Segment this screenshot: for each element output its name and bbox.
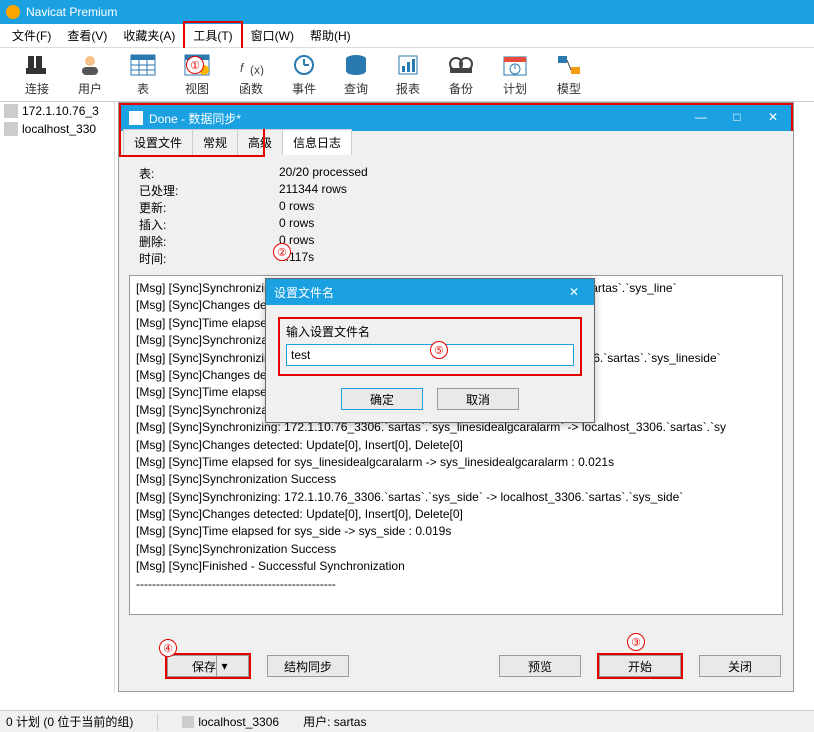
close-dialog-button[interactable]: 关闭 [699, 655, 781, 677]
tape-icon [448, 52, 474, 78]
model-icon [556, 52, 582, 78]
log-line: [Msg] [Sync]Time elapsed for sys_linesid… [136, 454, 776, 471]
toolbar-connection[interactable]: 连接 [24, 52, 50, 97]
annotation-2: ② [273, 243, 291, 261]
ok-button[interactable]: 确定 [341, 388, 423, 410]
log-line: [Msg] [Sync]Time elapsed for sys_side ->… [136, 523, 776, 540]
clock-icon [292, 52, 316, 78]
toolbar-event[interactable]: 事件 [292, 52, 316, 97]
log-line: [Msg] [Sync]Synchronization Success [136, 541, 776, 558]
calendar-icon [502, 52, 528, 78]
svg-text:(x): (x) [250, 63, 264, 76]
menu-tools[interactable]: 工具(T) [183, 21, 242, 50]
user-icon [78, 52, 102, 78]
db-icon [4, 122, 18, 136]
log-line: [Msg] [Sync]Synchronization Success [136, 471, 776, 488]
tab-advanced[interactable]: 高级 [237, 129, 283, 155]
chevron-down-icon[interactable]: ▾ [216, 656, 232, 676]
report-icon [396, 52, 420, 78]
sidebar-conn-1[interactable]: 172.1.10.76_3 [0, 102, 114, 120]
tab-log[interactable]: 信息日志 [282, 129, 352, 155]
toolbar-table[interactable]: 表 [130, 52, 156, 97]
annotation-1: ① [186, 56, 204, 74]
status-user-label: 用户: [303, 715, 330, 729]
start-button[interactable]: 开始 [599, 655, 681, 677]
save-dialog-title: 设置文件名 [274, 284, 334, 301]
menu-favorites[interactable]: 收藏夹(A) [115, 23, 183, 48]
app-logo-icon [6, 5, 20, 19]
svg-text:f: f [240, 61, 245, 75]
status-left: 0 计划 (0 位于当前的组) [6, 713, 133, 730]
tab-general[interactable]: 常规 [192, 129, 238, 155]
log-line: [Msg] [Sync]Finished - Successful Synchr… [136, 558, 776, 575]
function-icon: f (x) [238, 52, 264, 78]
toolbar-model[interactable]: 模型 [556, 52, 582, 97]
db-icon [4, 104, 18, 118]
app-title: Navicat Premium [26, 5, 117, 19]
plug-icon [24, 52, 50, 78]
menu-file[interactable]: 文件(F) [4, 23, 59, 48]
toolbar-report[interactable]: 报表 [396, 52, 420, 97]
dialog-tabs: 设置文件 常规 高级 信息日志 [119, 131, 793, 155]
tab-profile[interactable]: 设置文件 [123, 129, 193, 155]
save-name-dialog: 设置文件名 ✕ 输入设置文件名 ⑤ 确定 取消 [265, 278, 595, 423]
cancel-button[interactable]: 取消 [437, 388, 519, 410]
status-connection: localhost_3306 [198, 715, 279, 729]
menu-view[interactable]: 查看(V) [59, 23, 115, 48]
sync-stats: 表:20/20 processed 已处理:211344 rows 更新:0 r… [119, 155, 793, 273]
toolbar-backup[interactable]: 备份 [448, 52, 474, 97]
annotation-5: ⑤ [430, 341, 448, 359]
toolbar-function[interactable]: f(x) 函数 [238, 52, 264, 97]
sidebar-item-label: localhost_330 [22, 122, 96, 136]
log-line: [Msg] [Sync]Changes detected: Update[0],… [136, 437, 776, 454]
save-dialog-titlebar: 设置文件名 ✕ [266, 279, 594, 305]
table-icon [130, 52, 156, 78]
save-dialog-label: 输入设置文件名 [286, 323, 574, 340]
log-line: [Msg] [Sync]Synchronizing: 172.1.10.76_3… [136, 489, 776, 506]
close-button[interactable]: ✕ [757, 107, 789, 127]
annotation-3: ③ [627, 633, 645, 651]
dialog-icon [129, 111, 143, 125]
maximize-button[interactable]: □ [721, 107, 753, 127]
sidebar-conn-2[interactable]: localhost_330 [0, 120, 114, 138]
preview-button[interactable]: 预览 [499, 655, 581, 677]
dialog-title: Done - 数据同步* [149, 110, 241, 127]
annotation-4: ④ [159, 639, 177, 657]
titlebar: Navicat Premium [0, 0, 814, 24]
minimize-button[interactable]: — [685, 107, 717, 127]
statusbar: 0 计划 (0 位于当前的组) localhost_3306 用户: sarta… [0, 710, 814, 732]
toolbar-query[interactable]: 查询 [344, 52, 368, 97]
toolbar-schedule[interactable]: 计划 [502, 52, 528, 97]
sidebar-item-label: 172.1.10.76_3 [22, 104, 99, 118]
connections-sidebar: 172.1.10.76_3 localhost_330 [0, 102, 115, 692]
menu-help[interactable]: 帮助(H) [302, 23, 359, 48]
menubar: 文件(F) 查看(V) 收藏夹(A) 工具(T) 窗口(W) 帮助(H) [0, 24, 814, 48]
toolbar: 连接 用户 表 视图 f(x) 函数 事件 查询 报表 备份 计划 模型 [0, 48, 814, 102]
toolbar-user[interactable]: 用户 [78, 52, 102, 97]
struct-sync-button[interactable]: 结构同步 [267, 655, 349, 677]
dialog-titlebar: Done - 数据同步* — □ ✕ [119, 103, 793, 131]
dialog-footer: ④ 保存 ▾ 结构同步 预览 ③ 开始 关闭 [119, 649, 793, 683]
close-icon[interactable]: ✕ [562, 282, 586, 302]
status-user-value: sartas [334, 715, 367, 729]
log-line: ----------------------------------------… [136, 576, 776, 593]
database-icon [344, 52, 368, 78]
log-line: [Msg] [Sync]Changes detected: Update[0],… [136, 506, 776, 523]
db-icon [182, 716, 194, 728]
save-button[interactable]: 保存 ▾ [167, 655, 249, 677]
menu-window[interactable]: 窗口(W) [243, 23, 302, 48]
